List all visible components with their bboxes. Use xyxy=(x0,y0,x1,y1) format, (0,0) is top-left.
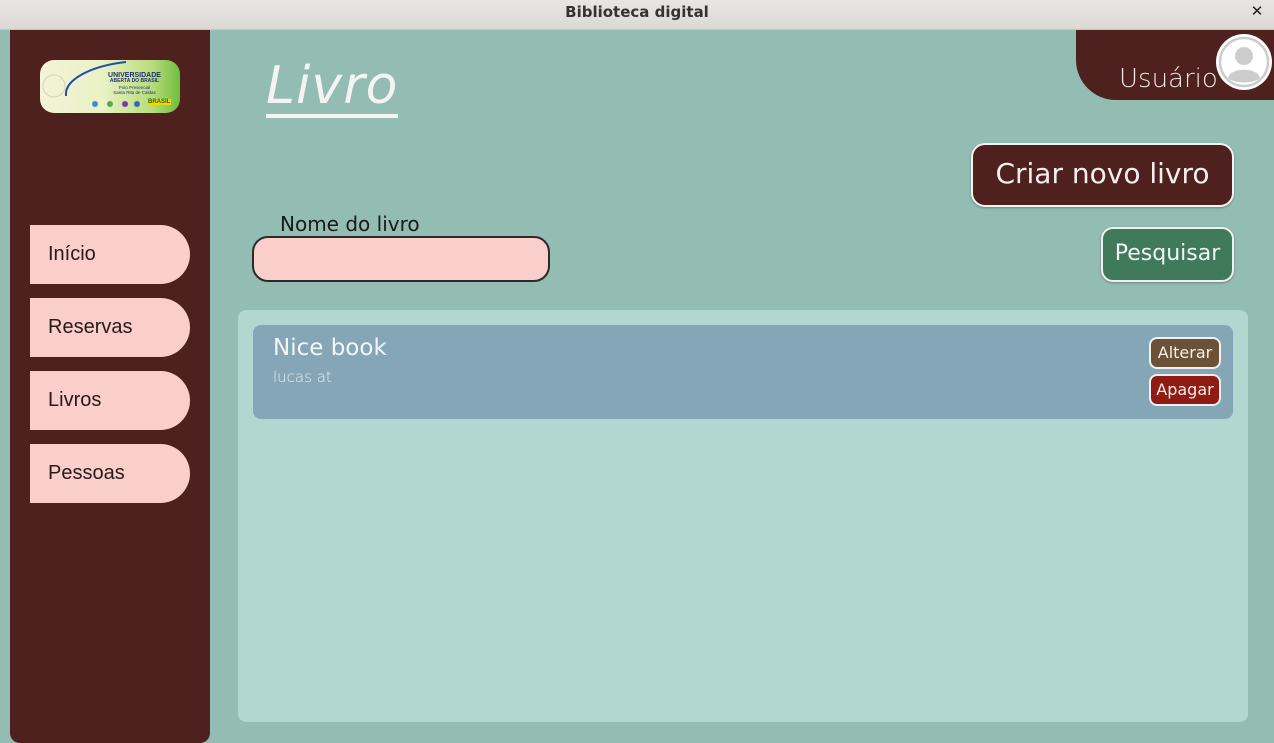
edit-book-button[interactable]: Alterar xyxy=(1149,337,1221,369)
logo-text-city-line: Santa Rita de Caldas xyxy=(113,90,156,95)
page-title: Livro xyxy=(266,56,399,118)
logo-text-brasil: BRASIL xyxy=(147,99,172,105)
close-icon[interactable]: ✕ xyxy=(1248,2,1266,20)
window-titlebar: Biblioteca digital ✕ xyxy=(0,0,1274,30)
book-author: lucas at xyxy=(273,368,332,386)
create-book-button[interactable]: Criar novo livro xyxy=(971,143,1234,207)
window-title: Biblioteca digital xyxy=(565,3,709,21)
book-results-panel: Nice book lucas at Alterar Apagar xyxy=(238,310,1248,722)
user-area: Usuário xyxy=(1076,30,1274,100)
book-name-label: Nome do livro xyxy=(280,212,420,236)
search-button[interactable]: Pesquisar xyxy=(1101,227,1234,282)
sidebar: UNIVERSIDADE ABERTA DO BRASIL Polo Prese… xyxy=(10,30,210,743)
university-logo: UNIVERSIDADE ABERTA DO BRASIL Polo Prese… xyxy=(40,60,180,113)
sidebar-item-pessoas[interactable]: Pessoas xyxy=(30,444,190,503)
sidebar-item-livros[interactable]: Livros xyxy=(30,371,190,430)
user-label: Usuário xyxy=(1119,64,1218,94)
user-avatar-icon[interactable] xyxy=(1216,34,1272,90)
book-name-input[interactable] xyxy=(252,236,550,282)
list-item: Nice book lucas at Alterar Apagar xyxy=(253,325,1233,419)
logo-text-polo: Polo Presencial Santa Rita de Caldas xyxy=(92,85,177,95)
sidebar-item-inicio[interactable]: Início xyxy=(30,225,190,284)
book-title: Nice book xyxy=(273,335,387,361)
app-body: UNIVERSIDADE ABERTA DO BRASIL Polo Prese… xyxy=(0,30,1274,743)
delete-book-button[interactable]: Apagar xyxy=(1149,374,1221,406)
sidebar-item-reservas[interactable]: Reservas xyxy=(30,298,190,357)
logo-text-aberta: ABERTA DO BRASIL xyxy=(109,78,160,84)
